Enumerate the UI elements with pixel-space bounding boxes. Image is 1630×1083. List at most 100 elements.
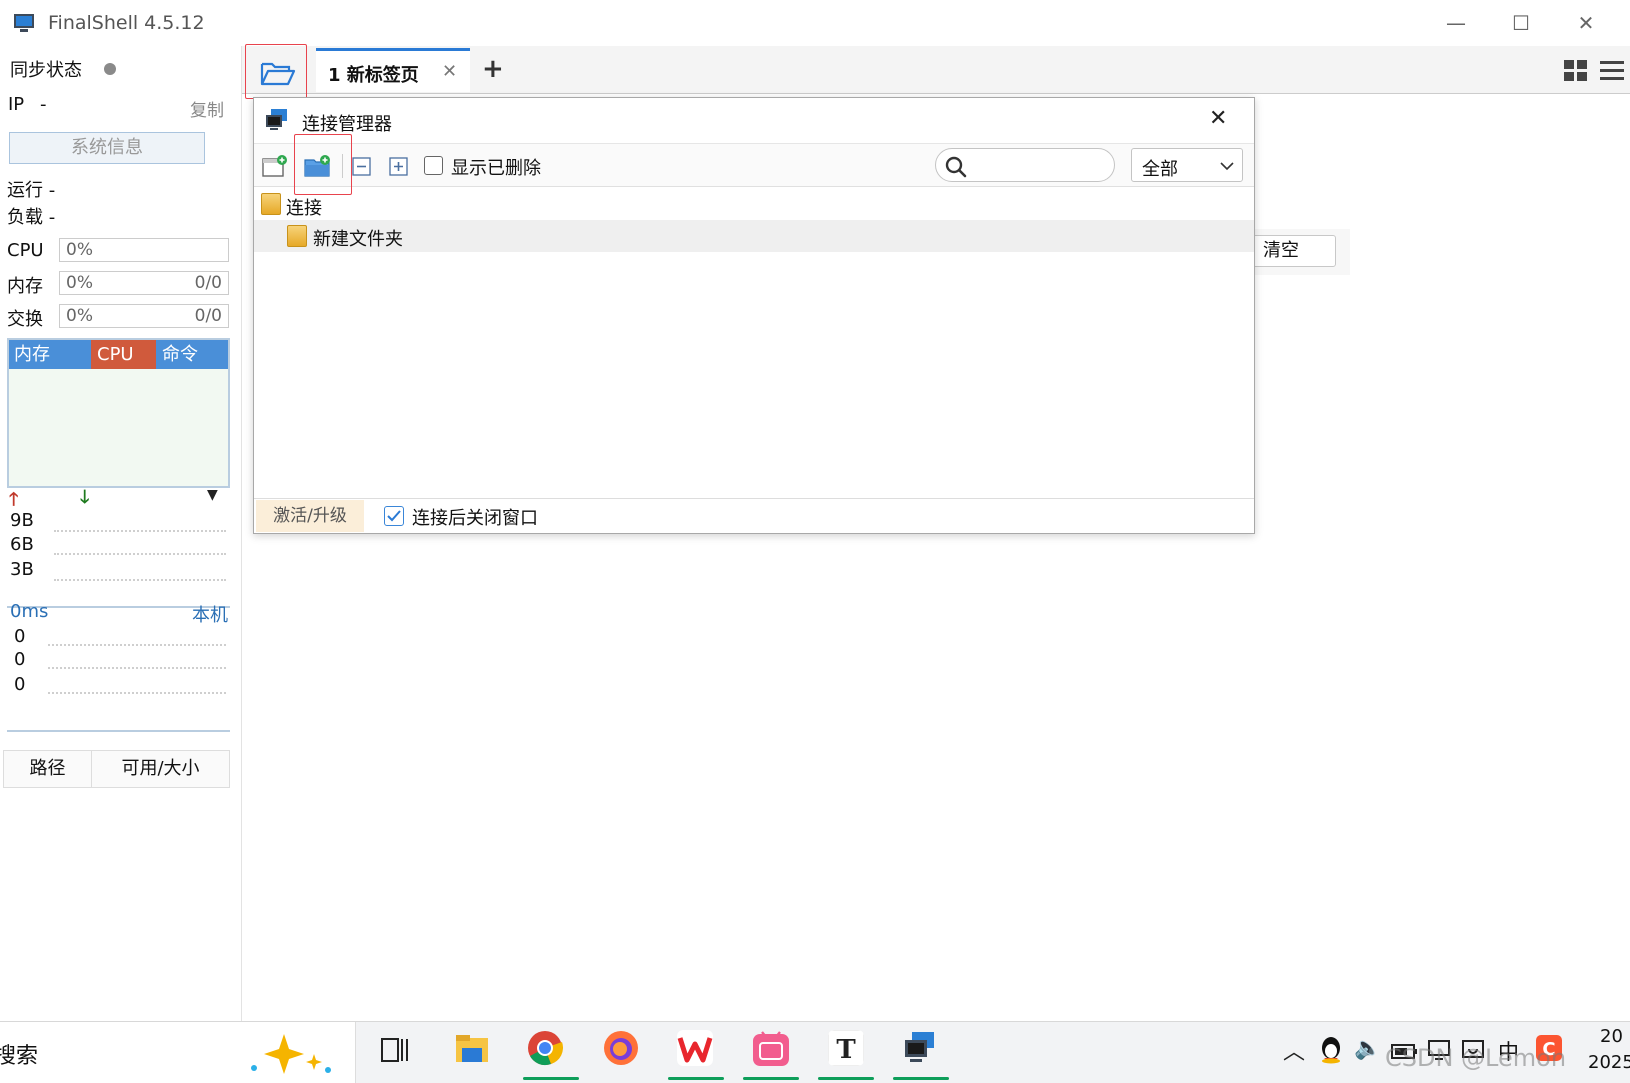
title-bar: FinalShell 4.5.12 — ☐ ✕	[0, 0, 1630, 46]
tab-close-icon[interactable]: ✕	[442, 61, 457, 82]
tab-new-tab[interactable]: 1 新标签页 ✕	[316, 48, 470, 92]
memory-usage-ratio: 0/0	[194, 273, 222, 293]
clock-date[interactable]: 2025	[1588, 1052, 1630, 1073]
disk-col-path[interactable]: 路径	[4, 751, 92, 787]
tab-bar: 1 新标签页 ✕ +	[242, 46, 1630, 94]
filter-select[interactable]: 全部	[1131, 148, 1243, 182]
highlight-box-new-folder	[294, 134, 352, 195]
file-explorer-icon[interactable]	[454, 1030, 490, 1066]
swap-label: 交换	[7, 309, 43, 330]
divider	[7, 730, 230, 732]
ping-host-select[interactable]: 本机	[192, 601, 228, 627]
taskbar-search-box[interactable]: 搜索	[0, 1022, 356, 1083]
ip-label: IP	[8, 94, 25, 115]
tree-item-new-folder[interactable]: 新建文件夹	[254, 220, 1254, 252]
tree-item-label: 连接	[286, 198, 322, 219]
ip-value: -	[40, 94, 47, 115]
bilibili-icon[interactable]	[753, 1030, 789, 1066]
finalshell-taskbar-icon[interactable]	[902, 1030, 938, 1066]
ping-latency: 0ms	[10, 601, 49, 622]
close-after-connect-label: 连接后关闭窗口	[412, 508, 538, 529]
highlight-box-open-folder	[245, 44, 307, 99]
tab-memory[interactable]: 内存	[9, 340, 91, 369]
output-panel: 清空	[1240, 229, 1350, 275]
add-tab-button[interactable]: +	[482, 54, 504, 84]
net-grid-line	[54, 553, 226, 555]
active-app-indicator	[818, 1077, 874, 1080]
menu-icon[interactable]	[1600, 60, 1626, 82]
filter-value: 全部	[1142, 159, 1178, 180]
search-input[interactable]	[935, 148, 1115, 182]
collapse-all-icon[interactable]	[352, 157, 372, 177]
show-deleted-label: 显示已删除	[451, 158, 541, 179]
grid-view-icon[interactable]	[1564, 60, 1588, 82]
active-app-indicator	[523, 1077, 579, 1080]
chevron-down-icon	[1220, 162, 1234, 171]
folder-icon	[261, 193, 281, 215]
close-window-button[interactable]: ✕	[1563, 8, 1609, 38]
network-interface-dropdown-icon[interactable]: ▼	[207, 487, 218, 503]
active-app-indicator	[743, 1077, 799, 1080]
net-tick-6b: 6B	[10, 534, 34, 555]
dialog-title: 连接管理器	[302, 114, 392, 135]
ping-tick: 0	[14, 674, 26, 695]
swap-usage-ratio: 0/0	[194, 306, 222, 326]
load-label: 负载 -	[7, 207, 56, 228]
close-after-connect-checkbox[interactable]	[384, 506, 404, 526]
search-icon	[945, 156, 967, 178]
expand-all-icon[interactable]	[389, 157, 409, 177]
svg-text:T: T	[836, 1035, 856, 1065]
task-view-icon[interactable]	[380, 1036, 410, 1064]
tree-item-root[interactable]: 连接	[254, 189, 1254, 219]
app-logo-icon	[14, 14, 34, 32]
tray-expand-icon[interactable]: ︿	[1283, 1034, 1305, 1066]
tab-label: 1 新标签页	[328, 65, 419, 86]
dialog-toolbar: 显示已删除 全部	[254, 143, 1254, 187]
tab-command[interactable]: 命令	[156, 340, 228, 369]
run-label: 运行 -	[7, 180, 56, 201]
firefox-icon[interactable]	[603, 1030, 639, 1066]
new-connection-icon[interactable]	[262, 154, 288, 178]
clock-time[interactable]: 20	[1600, 1026, 1623, 1047]
net-grid-line	[54, 579, 226, 581]
chrome-icon[interactable]	[527, 1030, 563, 1066]
ping-grid-line	[48, 692, 226, 694]
active-app-indicator	[893, 1077, 949, 1080]
ping-grid-line	[48, 644, 226, 646]
copy-ip-link[interactable]: 复制	[190, 96, 224, 121]
volume-icon[interactable]: 🔈	[1354, 1036, 1381, 1061]
search-field[interactable]	[972, 153, 1108, 177]
swap-usage-bar: 0% 0/0	[59, 304, 229, 328]
dialog-footer: 激活/升级 连接后关闭窗口	[254, 498, 1254, 533]
disk-table-header: 路径 可用/大小	[3, 750, 230, 788]
sidebar: 同步状态 IP - 复制 系统信息 运行 - 负载 - CPU 0% 内存 0%…	[0, 46, 242, 1021]
activate-upgrade-button[interactable]: 激活/升级	[256, 500, 364, 532]
wps-office-icon[interactable]	[677, 1030, 713, 1066]
cpu-usage-value: 0%	[66, 240, 93, 260]
typora-icon[interactable]: T	[828, 1030, 864, 1066]
system-info-button[interactable]: 系统信息	[9, 132, 205, 164]
copilot-sparkle-icon	[251, 1034, 331, 1074]
download-arrow-icon: 🡓	[80, 487, 90, 508]
memory-usage-value: 0%	[66, 273, 93, 293]
tab-cpu[interactable]: CPU	[91, 340, 156, 369]
net-grid-line	[54, 530, 226, 532]
minimize-button[interactable]: —	[1433, 8, 1479, 38]
connection-tree: 连接 新建文件夹	[254, 187, 1254, 497]
maximize-button[interactable]: ☐	[1498, 8, 1544, 38]
show-deleted-checkbox[interactable]	[424, 156, 443, 175]
checkmark-icon	[387, 510, 401, 522]
taskbar-search-label: 搜索	[0, 1044, 39, 1069]
active-app-indicator	[668, 1077, 724, 1080]
connection-manager-dialog: 连接管理器 ✕ 显示已删除 全部 连接 新建文件夹 激活/升级 连接后关闭窗口	[253, 97, 1255, 534]
swap-usage-value: 0%	[66, 306, 93, 326]
dialog-close-button[interactable]: ✕	[1209, 106, 1227, 131]
ping-grid-line	[48, 667, 226, 669]
disk-col-size[interactable]: 可用/大小	[92, 751, 229, 787]
ping-tick: 0	[14, 649, 26, 670]
connection-manager-icon	[266, 109, 287, 130]
dialog-title-bar: 连接管理器 ✕	[254, 98, 1254, 143]
csdn-watermark: CSDN @Lemon	[1385, 1044, 1567, 1072]
tree-item-label: 新建文件夹	[313, 229, 403, 250]
qq-tray-icon[interactable]	[1318, 1036, 1344, 1064]
